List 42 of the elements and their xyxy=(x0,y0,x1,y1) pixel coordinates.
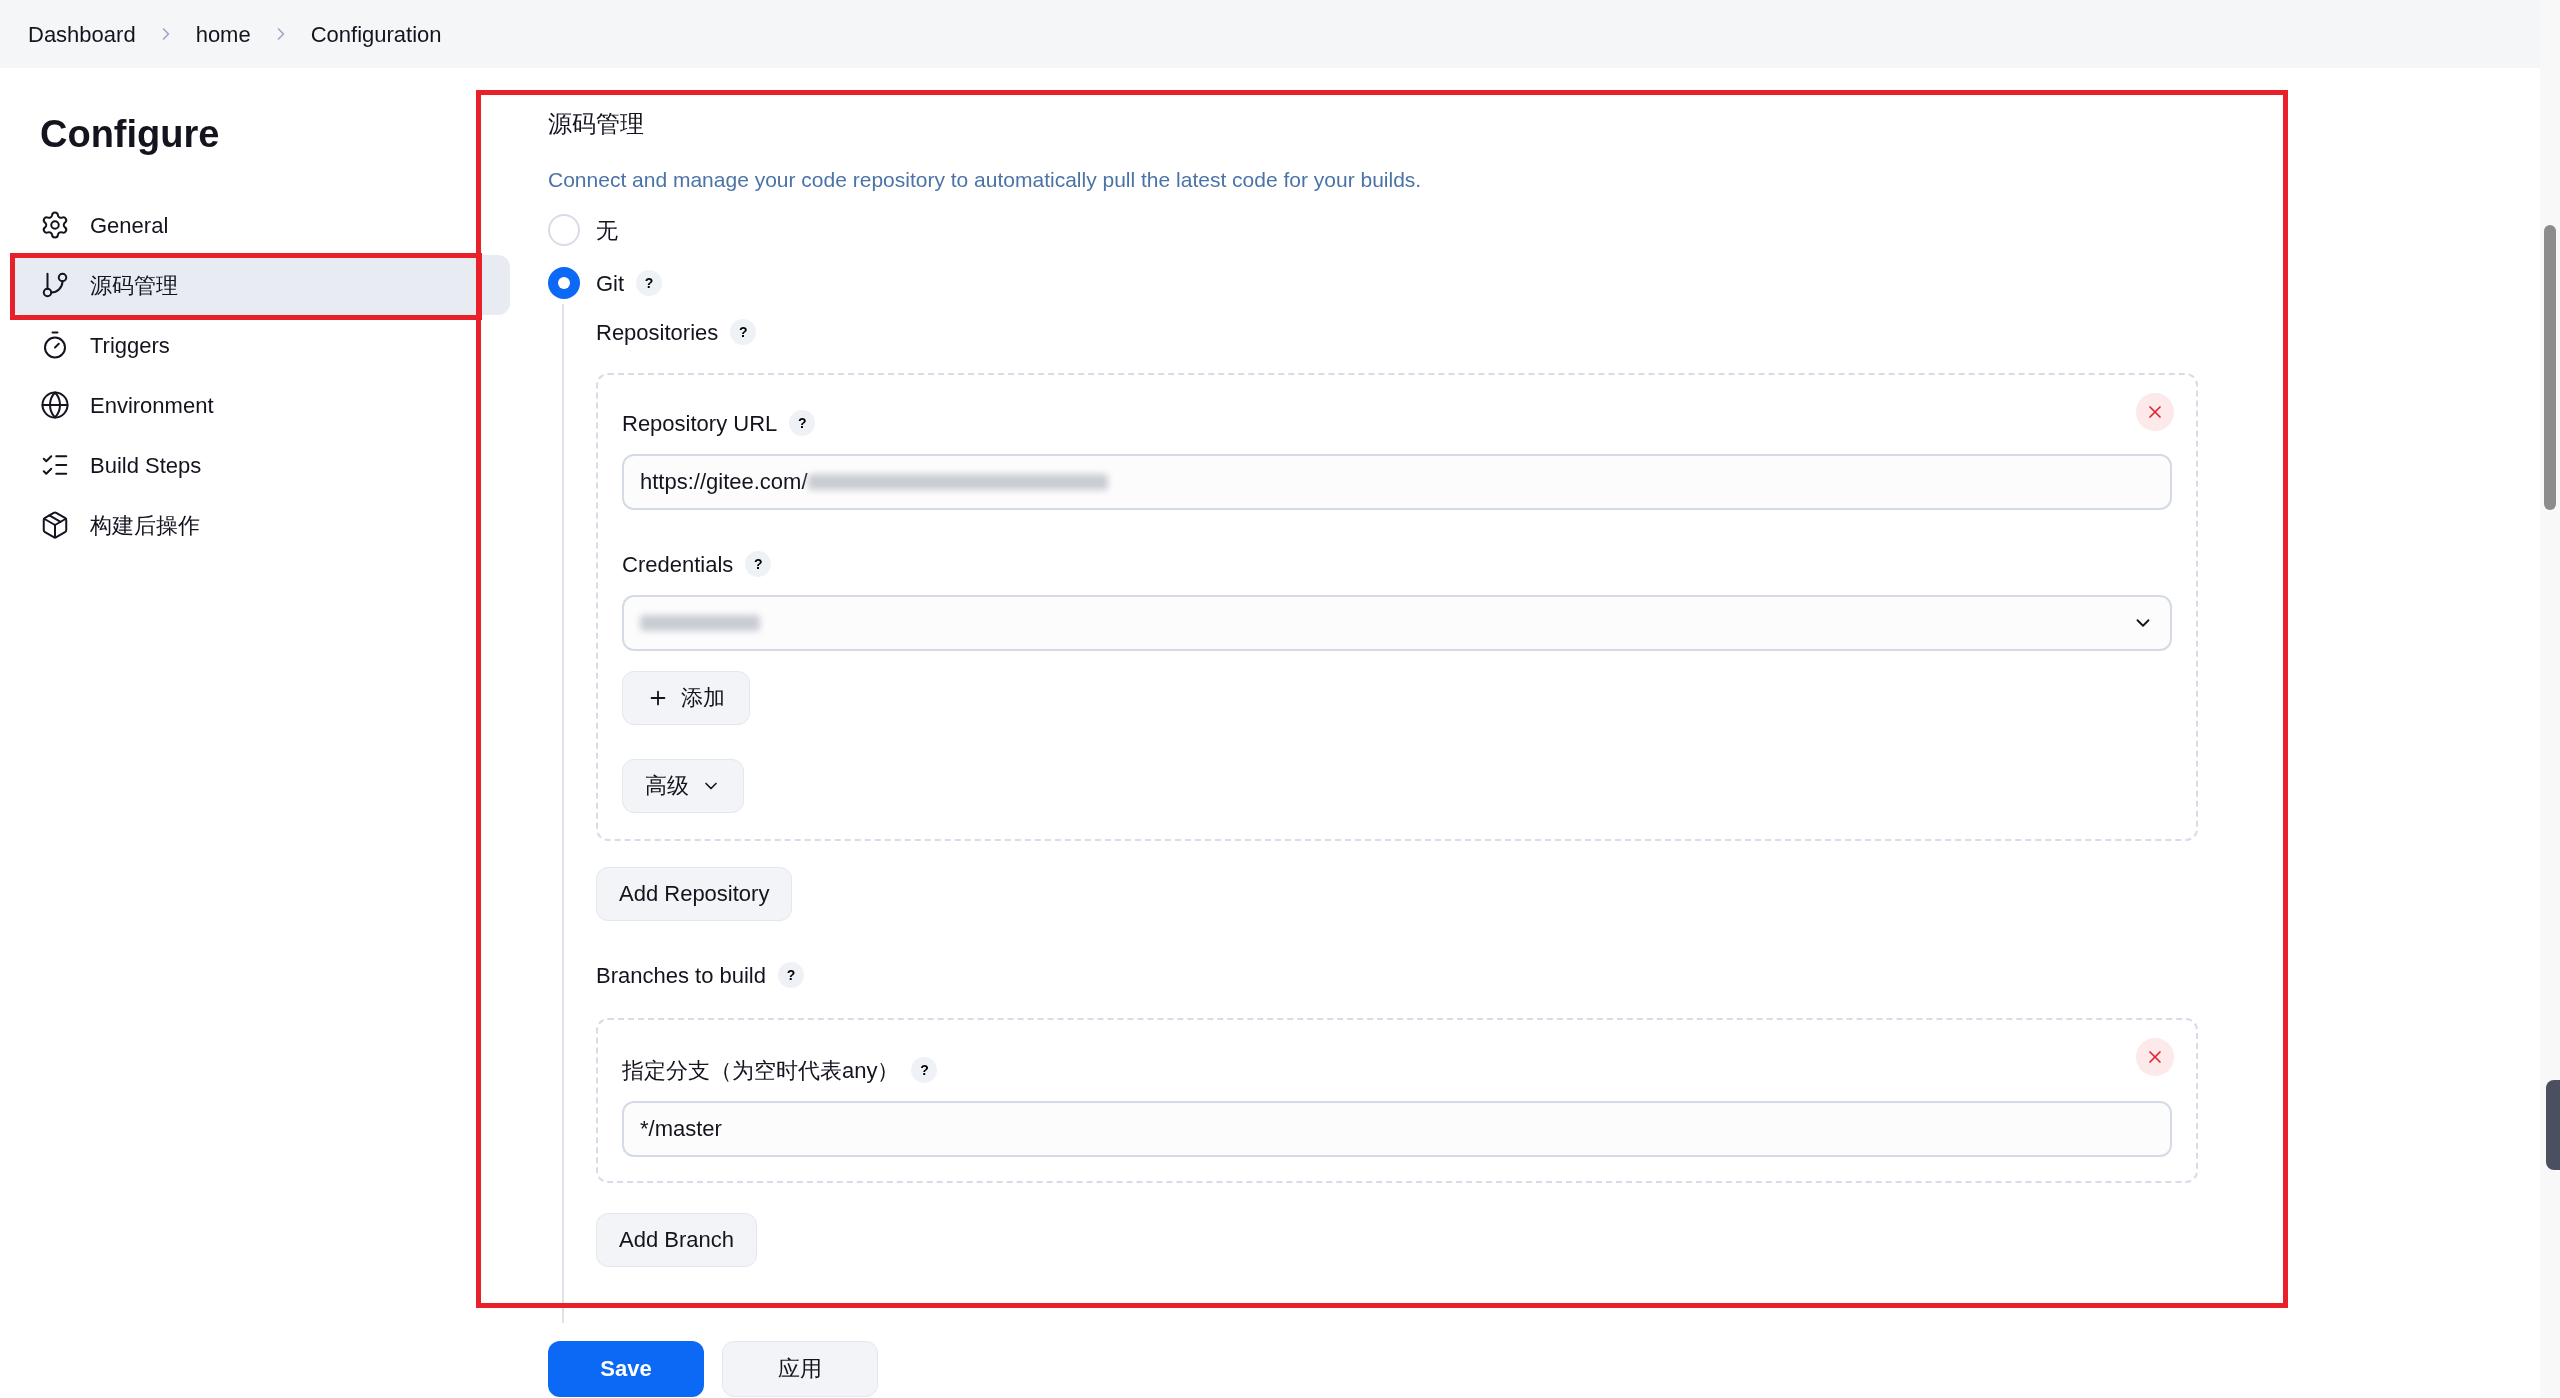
help-button[interactable]: ? xyxy=(778,962,804,988)
side-widget[interactable] xyxy=(2546,1080,2560,1170)
close-button[interactable] xyxy=(2136,392,2174,431)
sidebar-item[interactable]: General xyxy=(10,195,510,255)
sidebar-item[interactable]: 构建后操作 xyxy=(10,495,510,555)
add-repository-button[interactable]: Add Repository xyxy=(596,866,793,921)
section-title: 源码管理 xyxy=(548,109,645,139)
add-branch-button[interactable]: Add Branch xyxy=(596,1212,757,1267)
help-button[interactable]: ? xyxy=(789,410,816,436)
radio-button[interactable] xyxy=(548,267,580,299)
settings-icon xyxy=(40,210,70,240)
field-label: 指定分支（为空时代表any） xyxy=(622,1056,900,1085)
globe-icon xyxy=(40,390,70,420)
breadcrumb-link[interactable]: home xyxy=(195,17,251,51)
scroll-thumb[interactable] xyxy=(2544,225,2556,510)
close-button[interactable] xyxy=(2136,1037,2174,1076)
radio-label: Git xyxy=(596,269,625,298)
repositories-label: Repositories xyxy=(596,318,719,347)
help-button[interactable]: ? xyxy=(745,551,772,577)
apply-button[interactable]: 应用 xyxy=(722,1340,878,1397)
advanced-button[interactable]: 高级 xyxy=(622,758,744,813)
branches-label: Branches to build xyxy=(596,961,766,990)
sidebar-item[interactable]: Build Steps xyxy=(10,435,510,495)
breadcrumb-link[interactable]: Configuration xyxy=(310,17,442,51)
package-icon xyxy=(40,510,70,540)
add-button[interactable]: 添加 xyxy=(622,670,750,725)
branch-icon xyxy=(40,270,70,300)
sidebar-item[interactable]: Triggers xyxy=(10,315,510,375)
field-label: Repository URL xyxy=(622,409,778,438)
field-label: Credentials xyxy=(622,550,734,579)
radio-button[interactable] xyxy=(548,214,580,246)
radio-label: 无 xyxy=(596,216,618,245)
section-description: Connect and manage your code repository to automatically pull the latest code for your builds. xyxy=(548,167,1423,193)
breadcrumb-link[interactable]: Dashboard xyxy=(28,17,136,51)
help-button[interactable]: ? xyxy=(911,1057,938,1083)
url-field[interactable]: https://gitee.com/ xyxy=(622,453,2172,510)
help-button[interactable]: ? xyxy=(636,270,663,296)
page-title: Configure xyxy=(39,112,221,157)
help-button[interactable]: ? xyxy=(730,319,757,345)
sidebar-item[interactable]: Environment xyxy=(10,375,510,435)
branch-field[interactable]: */master xyxy=(622,1100,2172,1157)
save-button[interactable]: Save xyxy=(548,1340,704,1397)
